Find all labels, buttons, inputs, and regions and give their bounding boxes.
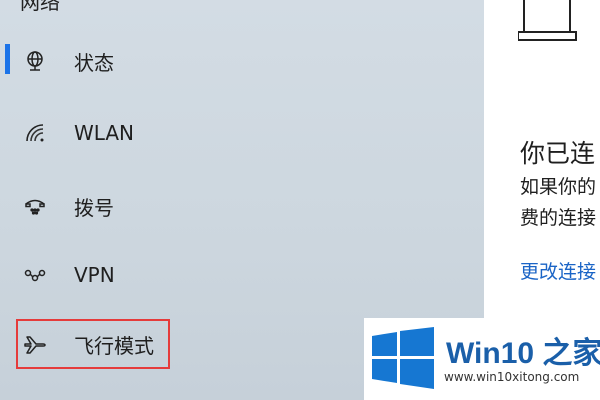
watermark-url: www.win10xitong.com [444,370,580,384]
sidebar-item-dialup[interactable]: 拨号 [22,186,342,226]
selected-indicator [5,44,10,74]
change-connection-link[interactable]: 更改连接 [520,257,596,284]
windows-logo-icon [372,327,434,393]
sidebar-item-label: 状态 [74,50,114,75]
sidebar-item-wlan[interactable]: WLAN [22,113,342,153]
sidebar-item-label: WLAN [74,121,135,145]
connection-status-title: 你已连 [520,139,596,168]
sidebar-item-label: VPN [74,263,115,287]
highlight-box [16,319,170,369]
dialup-icon [22,193,48,219]
watermark: Win10 之家 www.win10xitong.com [364,318,600,400]
sidebar-item-vpn[interactable]: VPN [22,255,342,295]
watermark-brand: Win10 之家 [446,337,600,370]
sidebar-title: 网络 [20,0,60,14]
sidebar-item-status[interactable]: 状态 [22,41,342,81]
description-line: 费的连接 [520,207,597,229]
globe-icon [22,48,48,74]
connection-description: 如果你的 费的连接 [520,172,596,234]
description-line: 如果你的 [520,176,597,198]
monitor-icon [517,0,582,54]
wifi-icon [22,120,48,146]
sidebar-item-label: 拨号 [74,195,114,220]
vpn-icon [22,262,48,288]
